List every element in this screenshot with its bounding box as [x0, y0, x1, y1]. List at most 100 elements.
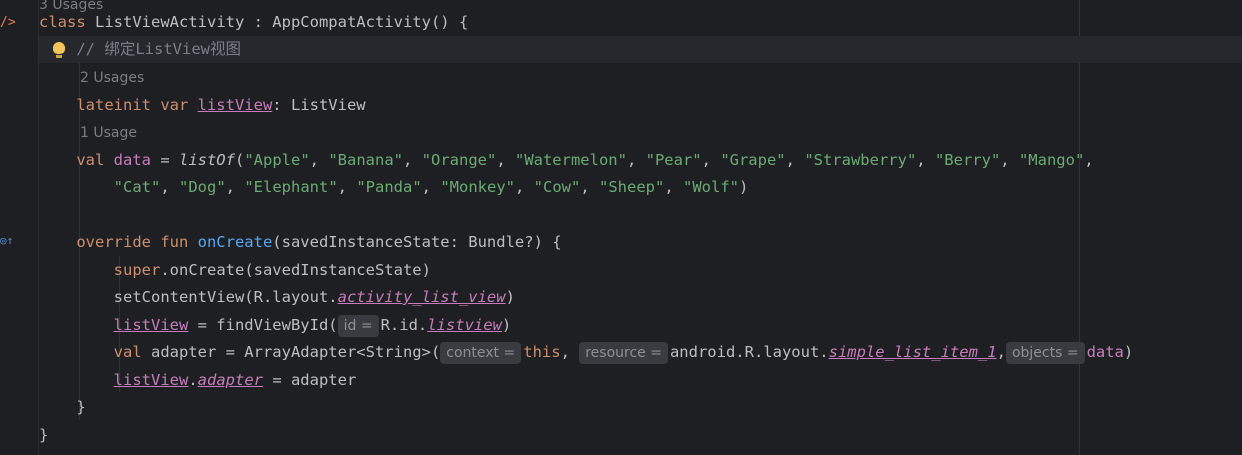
- code-token: : ListView: [272, 96, 366, 114]
- code-token: ): [1123, 343, 1134, 361]
- code-token: "Sheep": [599, 178, 665, 196]
- code-token: ,: [560, 343, 580, 361]
- override-marker-icon[interactable]: ◎↑: [0, 235, 13, 246]
- usages-hint-line[interactable]: 1 Usage: [39, 119, 1242, 146]
- code-token: this: [523, 343, 561, 361]
- code-token: ,: [916, 151, 935, 169]
- code-line[interactable]: "Cat", "Dog", "Elephant", "Panda", "Monk…: [39, 174, 1242, 201]
- code-token: ): [505, 288, 515, 306]
- code-token: "Orange": [421, 151, 497, 169]
- code-token: simple_list_item_1: [828, 343, 997, 361]
- implementation-marker-icon[interactable]: />: [0, 16, 16, 29]
- code-line[interactable]: val adapter = ArrayAdapter<String>(conte…: [39, 339, 1242, 366]
- usages-hint-line[interactable]: 2 Usages: [39, 64, 1242, 91]
- editor-gutter: /> ◎↑: [0, 0, 39, 455]
- code-line[interactable]: class ListViewActivity : AppCompatActivi…: [39, 9, 1242, 36]
- code-token: onCreate: [197, 233, 273, 251]
- code-token: ,: [337, 178, 357, 196]
- code-token: "Elephant": [244, 178, 338, 196]
- code-token: "Panda": [356, 178, 422, 196]
- lightbulb-icon[interactable]: [53, 42, 65, 58]
- code-token: super: [39, 261, 161, 279]
- code-token: ,: [309, 151, 329, 169]
- code-token: class: [39, 13, 95, 31]
- code-token: ,: [160, 178, 179, 196]
- code-line[interactable]: listView = findViewById(id = R.id.listvie…: [39, 312, 1242, 339]
- code-token: ListViewActivity : AppCompatActivity() {: [95, 13, 469, 31]
- code-token: val: [39, 151, 114, 169]
- code-line[interactable]: }: [39, 422, 1242, 449]
- code-token: listView: [113, 316, 189, 334]
- code-token: adapter = ArrayAdapter<String>(: [150, 343, 441, 361]
- code-line[interactable]: val data = listOf("Apple", "Banana", "Or…: [39, 147, 1242, 174]
- code-token: listview: [427, 316, 502, 334]
- code-token: ,: [1000, 151, 1019, 169]
- code-token: =: [150, 151, 179, 169]
- code-token: activity_list_view: [337, 288, 506, 306]
- code-token: "Wolf": [683, 178, 740, 196]
- code-token: "Watermelon": [514, 151, 627, 169]
- code-token: "Cat": [113, 178, 161, 196]
- code-token: "Strawberry": [804, 151, 917, 169]
- code-token: override fun: [39, 233, 198, 251]
- code-editor[interactable]: 3 Usages class ListViewActivity : AppComp…: [39, 0, 1242, 455]
- code-token: data: [1086, 343, 1124, 361]
- code-token: "Cow": [533, 178, 581, 196]
- code-token: android.R.layout.: [669, 343, 829, 361]
- code-token: data: [113, 151, 151, 169]
- usages-hint[interactable]: 2 Usages: [80, 70, 144, 86]
- code-token: ,: [496, 151, 515, 169]
- code-line[interactable]: // 绑定ListView视图: [39, 36, 1242, 63]
- code-token: }: [39, 426, 49, 444]
- code-token: "Berry": [934, 151, 1001, 169]
- code-token: ): [739, 178, 749, 196]
- parameter-hint: context =: [440, 342, 522, 364]
- usages-hint[interactable]: 1 Usage: [80, 125, 137, 141]
- code-token: listView: [113, 371, 189, 389]
- code-line[interactable]: super.onCreate(savedInstanceState): [39, 257, 1242, 284]
- code-line[interactable]: }: [39, 394, 1242, 421]
- code-token: "Banana": [328, 151, 403, 169]
- code-token: (savedInstanceState: Bundle?) {: [272, 233, 562, 251]
- code-token: R.id.: [380, 316, 428, 334]
- code-token: ,: [402, 151, 422, 169]
- code-token: ,: [225, 178, 245, 196]
- code-token: ,: [1084, 151, 1094, 169]
- code-line[interactable]: override fun onCreate(savedInstanceState…: [39, 229, 1242, 256]
- code-token: ,: [664, 178, 684, 196]
- code-token: ,: [785, 151, 805, 169]
- code-token: "Apple": [244, 151, 310, 169]
- code-token: // 绑定ListView视图: [39, 40, 241, 58]
- code-token: "Mango": [1018, 151, 1085, 169]
- code-token: = adapter: [262, 371, 357, 389]
- code-token: ,: [701, 151, 721, 169]
- code-token: .: [188, 371, 198, 389]
- code-token: ,: [515, 178, 534, 196]
- code-token: setContentView(R.layout.: [39, 288, 338, 306]
- code-token: ,: [626, 151, 646, 169]
- parameter-hint: id =: [337, 315, 379, 337]
- code-token: }: [39, 398, 86, 416]
- code-token: (: [234, 151, 245, 169]
- code-line[interactable]: lateinit var listView: ListView: [39, 92, 1242, 119]
- code-line[interactable]: listView.adapter = adapter: [39, 367, 1242, 394]
- code-token: val: [39, 343, 151, 361]
- code-token: listView: [197, 96, 273, 114]
- code-token: ,: [996, 343, 1006, 361]
- code-token: ,: [421, 178, 441, 196]
- code-line[interactable]: setContentView(R.layout.activity_list_vi…: [39, 284, 1242, 311]
- code-token: "Dog": [179, 178, 226, 196]
- code-line[interactable]: [39, 202, 1242, 229]
- code-token: "Grape": [720, 151, 786, 169]
- code-token: = findViewById(: [188, 316, 338, 334]
- code-token: "Pear": [645, 151, 702, 169]
- code-token: ): [501, 316, 512, 334]
- code-token: .onCreate(savedInstanceState): [160, 261, 431, 279]
- code-token: adapter: [197, 371, 263, 389]
- code-token: "Monkey": [440, 178, 515, 196]
- parameter-hint: objects =: [1005, 342, 1085, 364]
- code-token: listOf: [178, 151, 235, 169]
